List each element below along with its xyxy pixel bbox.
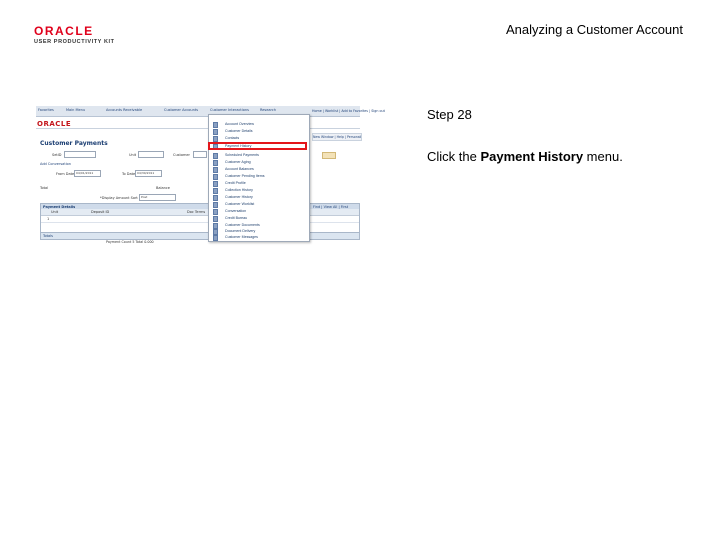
nav-item-accounts-receivable[interactable]: Accounts Receivable <box>106 108 142 112</box>
oracle-logo-text: ORACLE <box>34 24 94 38</box>
step-number: Step 28 <box>427 107 472 122</box>
setid-field[interactable] <box>64 151 96 158</box>
nav-item-research[interactable]: Research <box>260 108 276 112</box>
page-icon <box>213 153 218 159</box>
menu-item-label: Document Delivery <box>225 228 256 233</box>
instruction-suffix: menu. <box>583 149 623 164</box>
menu-item-document-delivery[interactable]: Document Delivery <box>209 228 309 235</box>
page-toolbar-links[interactable]: New Window | Help | Personalize Page <box>312 133 362 141</box>
screen-page-title: Customer Payments <box>40 140 108 147</box>
menu-item-conversation[interactable]: Conversation <box>209 208 309 215</box>
grid-nav-links[interactable]: Find | View All | First <box>313 205 348 209</box>
customer-field[interactable] <box>193 151 207 158</box>
menu-item-customer-aging[interactable]: Customer Aging <box>209 159 309 166</box>
grid-title: Payment Details <box>43 204 76 209</box>
menu-item-label: Customer Details <box>225 128 253 133</box>
column-doc-terms: Doc Terms <box>187 210 206 214</box>
nav-item-favorites[interactable]: Favorites <box>38 108 54 112</box>
payment-count-summary: Payment Count 5 Total 0.000 <box>106 240 154 244</box>
menu-item-label: Conversation <box>225 208 247 213</box>
customer-accounts-dropdown-menu: Account Overview Customer Details Contac… <box>208 114 310 242</box>
page-icon <box>213 160 218 166</box>
app-brand-logo: ORACLE <box>37 120 72 128</box>
add-conversation-link[interactable]: Add Conversation <box>40 162 71 166</box>
unit-field[interactable] <box>138 151 164 158</box>
column-deposit-id: Deposit ID <box>91 210 110 214</box>
grid-column-header: Unit Deposit ID Doc Terms <box>41 209 359 216</box>
page-icon <box>213 181 218 187</box>
page-icon <box>213 216 218 222</box>
menu-item-customer-worklist[interactable]: Customer Worklist <box>209 201 309 208</box>
from-date-label: From Date <box>56 172 75 176</box>
menu-item-customer-documents[interactable]: Customer Documents <box>209 222 309 229</box>
to-date-label: To Date <box>122 172 136 176</box>
menu-item-customer-pending-items[interactable]: Customer Pending Items <box>209 173 309 180</box>
menu-item-customer-messages[interactable]: Customer Messages <box>209 234 309 241</box>
header-divider <box>36 128 360 129</box>
payment-details-grid: Payment Details Find | View All | First … <box>40 203 360 234</box>
from-date-field[interactable]: 04/01/2011 <box>74 170 101 177</box>
table-row[interactable]: 1 <box>41 216 359 223</box>
page-icon <box>213 195 218 201</box>
page-icon <box>213 188 218 194</box>
menu-item-customer-details[interactable]: Customer Details <box>209 128 309 135</box>
customer-label: Customer <box>173 153 191 157</box>
application-screenshot: Favorites Main Menu Accounts Receivable … <box>36 106 385 252</box>
menu-item-scheduled-payments[interactable]: Scheduled Payments <box>209 152 309 159</box>
payment-history-highlight-box <box>208 142 307 150</box>
page-icon <box>213 129 218 135</box>
display-sort-label: *Display Amount Sort By <box>100 196 144 200</box>
totals-bar: Totals <box>40 232 360 240</box>
page-icon <box>213 174 218 180</box>
menu-item-label: Customer Pending Items <box>225 173 265 178</box>
menu-item-customer-history[interactable]: Customer History <box>209 194 309 201</box>
totals-label: Totals <box>43 234 53 238</box>
menu-item-label: Credit Bureau <box>225 215 248 220</box>
page-icon <box>213 122 218 128</box>
oracle-upk-logo: ORACLE USER PRODUCTIVITY KIT <box>34 24 124 45</box>
balance-label: Balance <box>156 186 170 190</box>
menu-item-label: Customer History <box>225 194 253 199</box>
customer-id-badge <box>322 152 336 159</box>
menu-item-account-overview[interactable]: Account Overview <box>209 121 309 128</box>
menu-item-credit-profile[interactable]: Credit Profile <box>209 180 309 187</box>
instruction-prefix: Click the <box>427 149 481 164</box>
instruction-target: Payment History <box>480 149 584 164</box>
menu-item-collection-history[interactable]: Collection History <box>209 187 309 194</box>
nav-item-customer-accounts[interactable]: Customer Accounts <box>164 108 198 112</box>
menu-item-credit-bureau[interactable]: Credit Bureau <box>209 215 309 222</box>
menu-item-label: Collection History <box>225 187 253 192</box>
menu-item-contacts[interactable]: Contacts <box>209 135 309 142</box>
menu-item-label: Customer Worklist <box>225 201 255 206</box>
menu-item-label: Scheduled Payments <box>225 152 259 157</box>
menu-item-label: Customer Documents <box>225 222 260 227</box>
page-icon <box>213 202 218 208</box>
setid-label: SetID <box>52 153 62 157</box>
column-unit: Unit <box>51 210 59 214</box>
menu-item-label: Customer Aging <box>225 159 251 164</box>
unit-label: Unit <box>129 153 137 157</box>
upk-logo-text: USER PRODUCTIVITY KIT <box>34 39 115 45</box>
menu-item-label: Contacts <box>225 135 240 140</box>
page-icon <box>213 235 218 241</box>
menu-item-account-balances[interactable]: Account Balances <box>209 166 309 173</box>
header-links[interactable]: Home | Worklist | Add to Favorites | Sig… <box>312 109 385 113</box>
nav-item-main-menu[interactable]: Main Menu <box>66 108 85 112</box>
menu-item-label: Credit Profile <box>225 180 246 185</box>
to-date-field[interactable]: 04/30/2011 <box>135 170 162 177</box>
page-icon <box>213 136 218 142</box>
step-instruction: Click the Payment History menu. <box>427 149 623 164</box>
menu-item-label: Customer Messages <box>225 234 258 239</box>
total-label: Total <box>40 186 49 190</box>
menu-item-label: Account Balances <box>225 166 254 171</box>
menu-item-label: Account Overview <box>225 121 254 126</box>
row-number: 1 <box>47 217 50 221</box>
nav-item-customer-interactions[interactable]: Customer Interactions <box>210 108 249 112</box>
page-title: Analyzing a Customer Account <box>505 22 683 37</box>
page-icon <box>213 209 218 215</box>
display-sort-select[interactable]: Post <box>139 194 176 201</box>
page-icon <box>213 167 218 173</box>
